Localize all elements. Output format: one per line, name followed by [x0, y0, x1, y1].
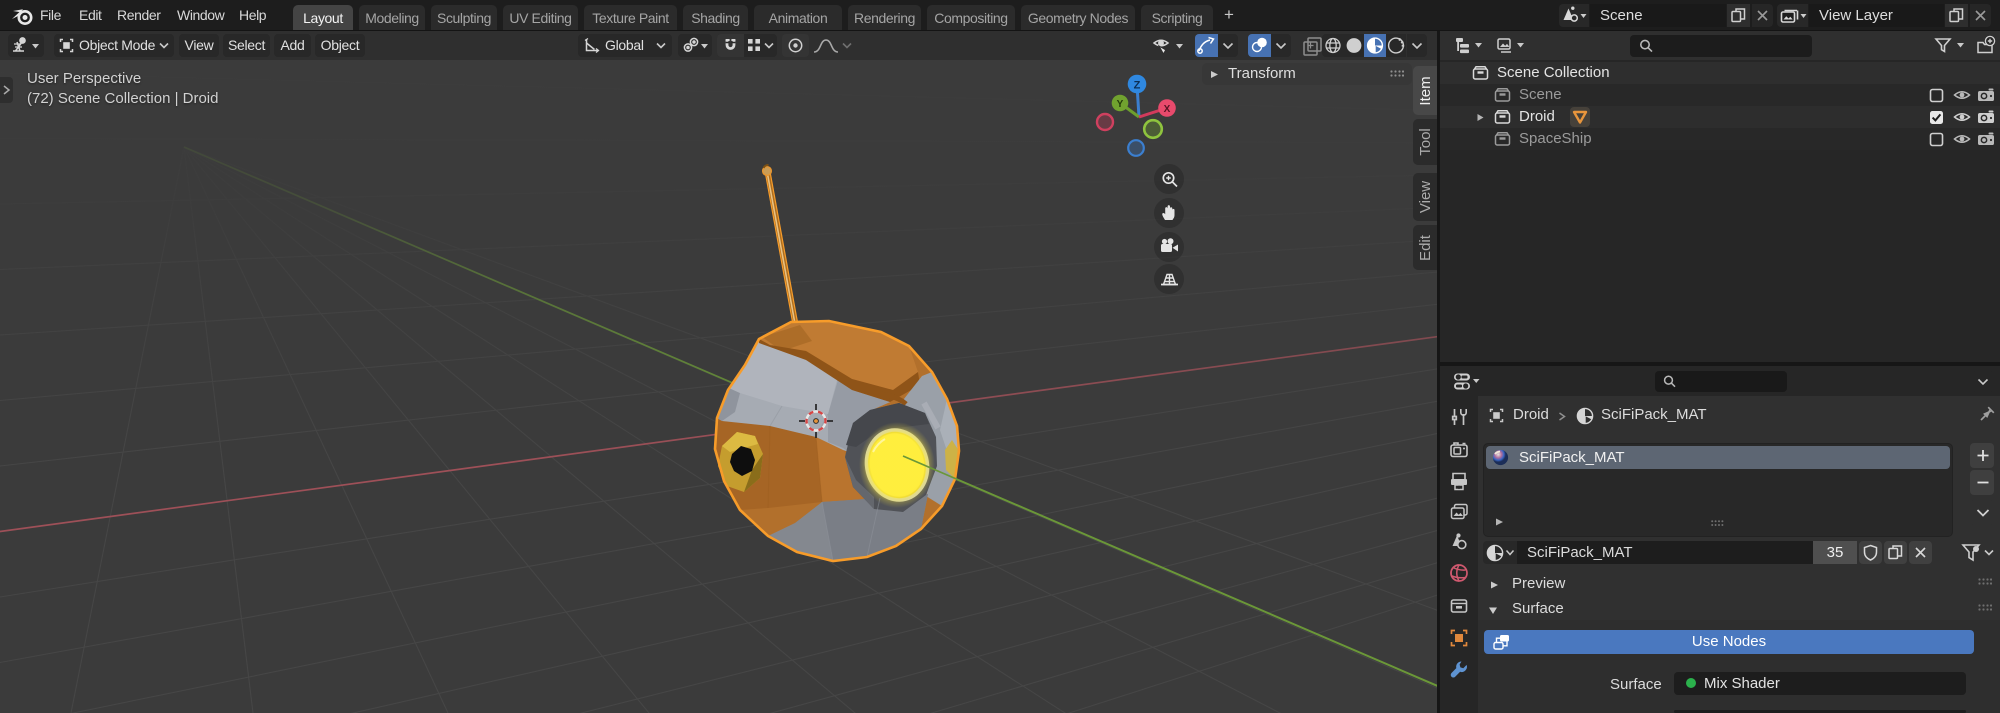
svg-text:X: X: [1164, 104, 1171, 115]
svg-text:Z: Z: [1134, 80, 1141, 92]
svg-text:Y: Y: [1117, 99, 1124, 110]
